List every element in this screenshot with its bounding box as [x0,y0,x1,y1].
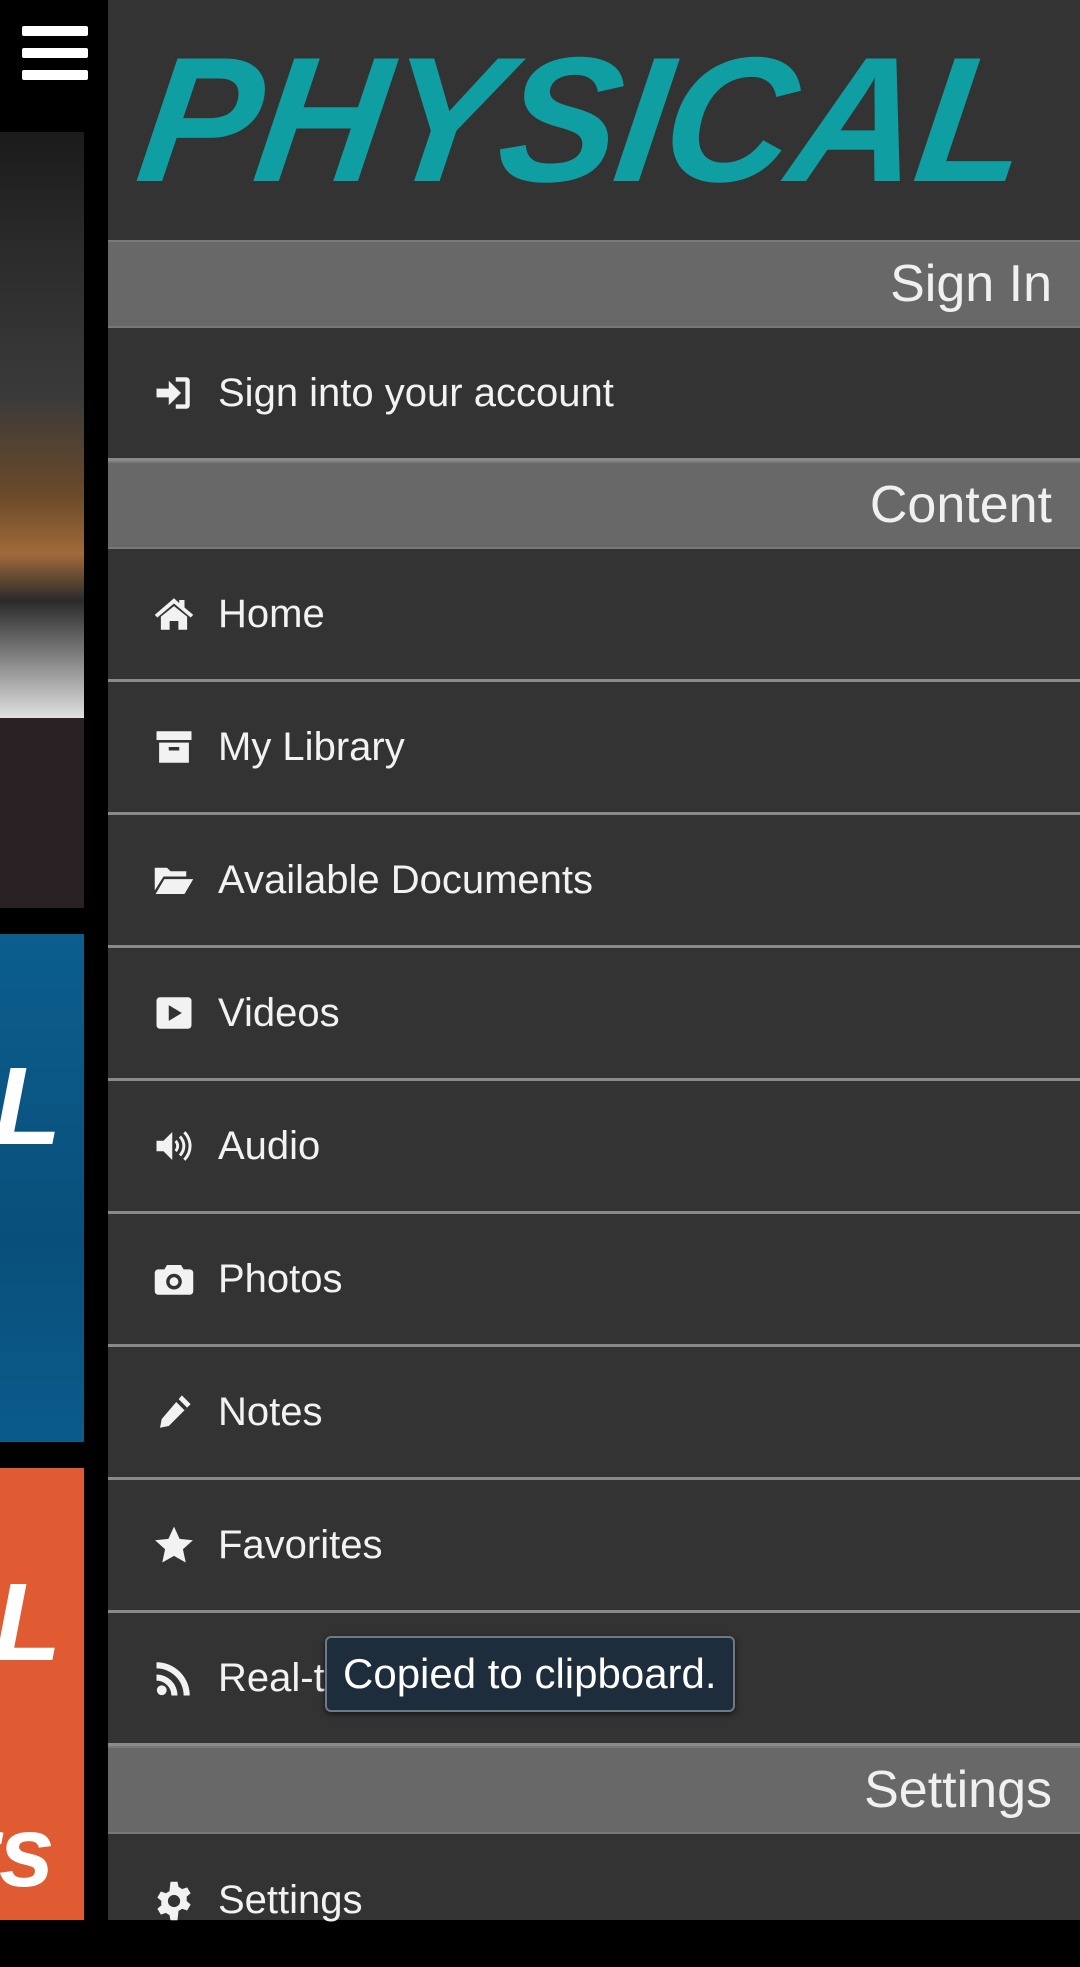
star-icon [152,1523,196,1567]
menu-item-notes[interactable]: Notes [108,1347,1080,1480]
background-dark-panel [0,718,84,908]
hamburger-icon-bar [22,48,88,58]
background-orange-letter: L [0,1561,62,1684]
folder-open-icon [152,858,196,902]
menu-item-label: Photos [218,1256,343,1301]
logo-area: PHYSICAL [108,0,1080,240]
gear-icon [152,1879,196,1923]
menu-item-label: Notes [218,1389,323,1434]
menu-item-label: My Library [218,724,405,769]
pencil-icon [152,1390,196,1434]
menu-item-videos[interactable]: Videos [108,948,1080,1081]
background-blue-card: L [0,934,84,1442]
menu-item-sign-in[interactable]: Sign into your account [108,328,1080,461]
section-header-settings: Settings [108,1746,1080,1834]
menu-item-audio[interactable]: Audio [108,1081,1080,1214]
menu-item-label: Home [218,591,325,636]
menu-item-label: Available Documents [218,857,594,902]
home-icon [152,592,196,636]
menu-item-label: Sign into your account [218,370,614,415]
background-blue-letter: L [0,1045,62,1168]
menu-item-label: Settings [218,1878,363,1922]
hamburger-icon [22,26,88,36]
menu-item-photos[interactable]: Photos [108,1214,1080,1347]
menu-item-favorites[interactable]: Favorites [108,1480,1080,1613]
speaker-icon [152,1124,196,1168]
menu-item-label: Videos [218,990,340,1035]
play-icon [152,991,196,1035]
navigation-drawer: PHYSICAL Sign In Sign into your account … [108,0,1080,1922]
app-logo: PHYSICAL [128,20,1041,219]
background-orange-card: L rs [0,1468,84,1920]
background-orange-letters: rs [0,1796,55,1908]
background-photo [0,132,84,718]
hamburger-menu-button[interactable] [0,0,108,108]
camera-icon [152,1257,196,1301]
section-header-sign-in: Sign In [108,240,1080,328]
menu-item-my-library[interactable]: My Library [108,682,1080,815]
menu-item-settings[interactable]: Settings [108,1834,1080,1967]
hamburger-icon-bar [22,70,88,80]
archive-icon [152,725,196,769]
rss-icon [152,1656,196,1700]
sign-in-icon [152,371,196,415]
menu-item-label: Favorites [218,1522,383,1567]
menu-item-home[interactable]: Home [108,549,1080,682]
background-page: L L rs [0,0,108,1920]
menu-item-label: Audio [218,1123,321,1168]
section-header-content: Content [108,461,1080,549]
menu-item-available-documents[interactable]: Available Documents [108,815,1080,948]
toast-message: Copied to clipboard. [325,1636,735,1712]
